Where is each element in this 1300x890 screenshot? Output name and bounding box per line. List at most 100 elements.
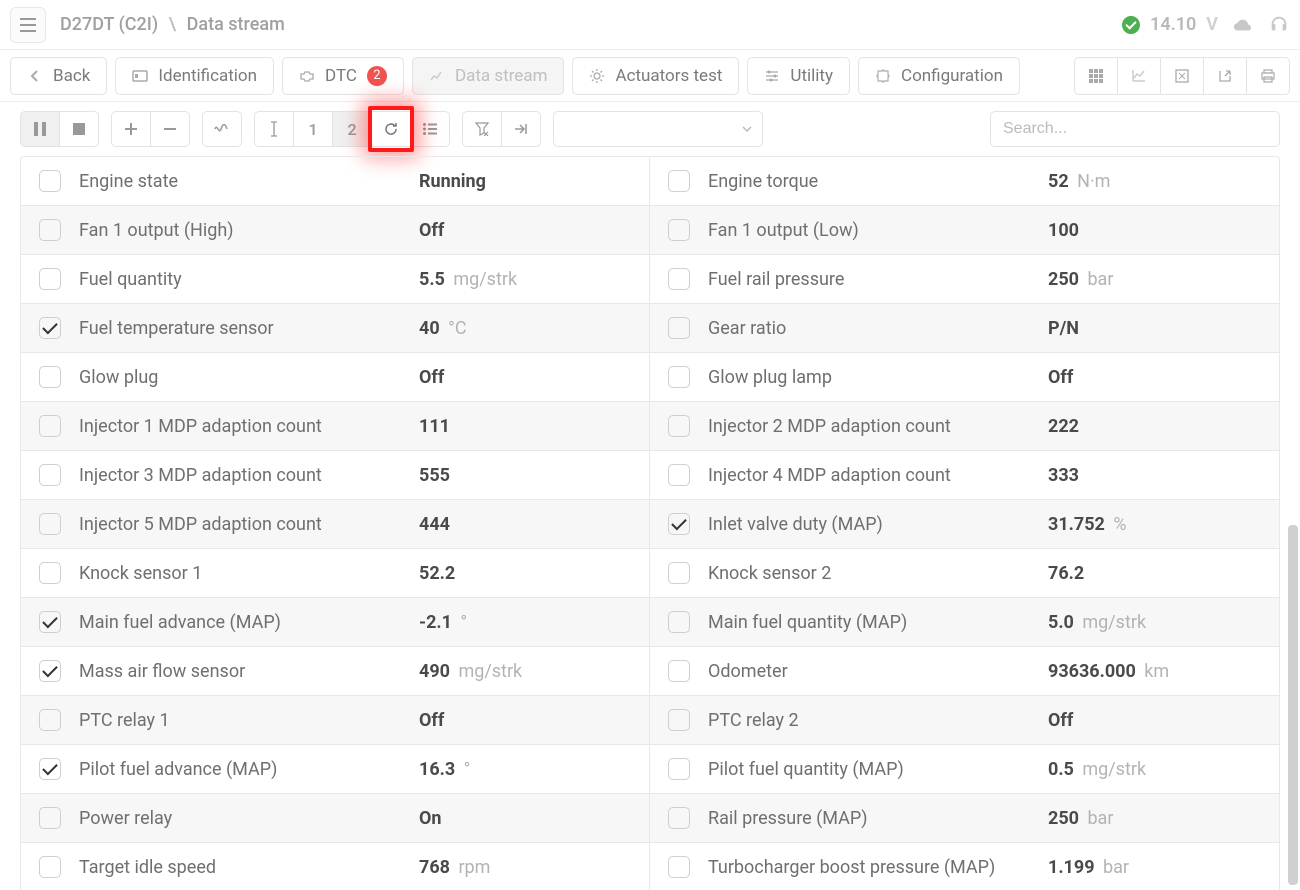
param-checkbox[interactable] bbox=[668, 317, 690, 339]
dtc-badge: 2 bbox=[367, 66, 387, 86]
chart-view-button[interactable] bbox=[1117, 57, 1161, 95]
param-checkbox[interactable] bbox=[668, 415, 690, 437]
remove-button[interactable] bbox=[150, 111, 190, 147]
hamburger-icon bbox=[20, 18, 36, 32]
voltage-unit: V bbox=[1206, 14, 1218, 35]
skip-button[interactable] bbox=[501, 111, 541, 147]
param-unit: bar bbox=[1083, 808, 1113, 829]
refresh-button[interactable] bbox=[371, 111, 411, 147]
param-label: Main fuel advance (MAP) bbox=[79, 612, 419, 633]
param-label: Knock sensor 2 bbox=[708, 563, 1048, 584]
two-button[interactable]: 2 bbox=[332, 111, 372, 147]
grid-view-button[interactable] bbox=[1074, 57, 1118, 95]
param-checkbox[interactable] bbox=[668, 366, 690, 388]
back-button[interactable]: Back bbox=[10, 57, 107, 95]
data-row: PTC relay 1OffPTC relay 2Off bbox=[21, 696, 1279, 745]
tab-data-stream[interactable]: Data stream bbox=[412, 57, 565, 95]
one-button[interactable]: 1 bbox=[293, 111, 333, 147]
param-value: 444 bbox=[419, 514, 450, 535]
param-value-wrap: 5.0 mg/strk bbox=[1048, 612, 1146, 633]
data-row: Injector 1 MDP adaption count111Injector… bbox=[21, 402, 1279, 451]
param-label: Fuel quantity bbox=[79, 269, 419, 290]
param-label: Fuel temperature sensor bbox=[79, 318, 419, 339]
param-value: On bbox=[419, 808, 442, 829]
fullscreen-button[interactable] bbox=[1160, 57, 1204, 95]
stop-icon bbox=[73, 123, 85, 135]
param-checkbox[interactable] bbox=[39, 268, 61, 290]
param-unit: bar bbox=[1083, 269, 1113, 290]
status-ok-icon bbox=[1122, 16, 1140, 34]
param-checkbox[interactable] bbox=[668, 758, 690, 780]
print-button[interactable] bbox=[1246, 57, 1290, 95]
breadcrumb-device[interactable]: D27DT (C2I) bbox=[60, 14, 158, 35]
menu-button[interactable] bbox=[10, 7, 46, 43]
scrollbar-thumb[interactable] bbox=[1288, 525, 1298, 885]
headphones-icon[interactable] bbox=[1268, 14, 1290, 36]
filter-clear-button[interactable] bbox=[462, 111, 502, 147]
param-value-wrap: 111 bbox=[419, 416, 450, 437]
param-value-wrap: 0.5 mg/strk bbox=[1048, 759, 1146, 780]
param-value: Off bbox=[1048, 710, 1073, 731]
tab-identification[interactable]: Identification bbox=[115, 57, 274, 95]
param-value: 768 bbox=[419, 857, 450, 878]
param-checkbox[interactable] bbox=[39, 709, 61, 731]
tab-actuators[interactable]: Actuators test bbox=[572, 57, 739, 95]
param-checkbox[interactable] bbox=[39, 856, 61, 878]
tab-configuration[interactable]: Configuration bbox=[858, 57, 1020, 95]
param-value-wrap: 768 rpm bbox=[419, 857, 490, 878]
param-checkbox[interactable] bbox=[39, 758, 61, 780]
param-checkbox[interactable] bbox=[668, 268, 690, 290]
tab-data-stream-label: Data stream bbox=[455, 66, 548, 86]
param-checkbox[interactable] bbox=[39, 513, 61, 535]
data-row: Glow plugOffGlow plug lampOff bbox=[21, 353, 1279, 402]
list-button[interactable] bbox=[410, 111, 450, 147]
line-chart-icon bbox=[1131, 68, 1147, 84]
param-checkbox[interactable] bbox=[668, 709, 690, 731]
param-checkbox[interactable] bbox=[668, 464, 690, 486]
stop-button[interactable] bbox=[59, 111, 99, 147]
param-label: Fan 1 output (High) bbox=[79, 220, 419, 241]
param-checkbox[interactable] bbox=[39, 317, 61, 339]
data-grid-scroll[interactable]: Engine stateRunningEngine torque52 N·mFa… bbox=[0, 156, 1300, 890]
param-value-wrap: 222 bbox=[1048, 416, 1079, 437]
param-checkbox[interactable] bbox=[39, 464, 61, 486]
param-checkbox[interactable] bbox=[668, 660, 690, 682]
param-value-wrap: 76.2 bbox=[1048, 563, 1084, 584]
tab-dtc[interactable]: DTC 2 bbox=[282, 57, 404, 95]
param-value-wrap: Off bbox=[1048, 367, 1073, 388]
text-button[interactable] bbox=[254, 111, 294, 147]
param-value: 0.5 bbox=[1048, 759, 1074, 780]
param-value: 490 bbox=[419, 661, 450, 682]
param-checkbox[interactable] bbox=[39, 170, 61, 192]
breadcrumb-separator: \ bbox=[169, 14, 177, 35]
param-checkbox[interactable] bbox=[668, 513, 690, 535]
tab-utility[interactable]: Utility bbox=[747, 57, 850, 95]
param-checkbox[interactable] bbox=[39, 219, 61, 241]
param-checkbox[interactable] bbox=[39, 562, 61, 584]
param-checkbox[interactable] bbox=[668, 611, 690, 633]
param-checkbox[interactable] bbox=[39, 611, 61, 633]
param-checkbox[interactable] bbox=[668, 807, 690, 829]
wave-button[interactable] bbox=[202, 111, 242, 147]
data-cell: Injector 4 MDP adaption count333 bbox=[650, 451, 1279, 500]
param-checkbox[interactable] bbox=[39, 807, 61, 829]
param-checkbox[interactable] bbox=[39, 415, 61, 437]
tab-configuration-label: Configuration bbox=[901, 66, 1003, 86]
param-checkbox[interactable] bbox=[668, 856, 690, 878]
param-checkbox[interactable] bbox=[39, 660, 61, 682]
export-button[interactable] bbox=[1203, 57, 1247, 95]
param-value-wrap: 333 bbox=[1048, 465, 1079, 486]
dropdown-button[interactable] bbox=[553, 111, 763, 147]
pause-button[interactable] bbox=[20, 111, 60, 147]
search-input[interactable] bbox=[990, 111, 1280, 147]
cloud-icon[interactable] bbox=[1232, 14, 1254, 36]
add-button[interactable] bbox=[111, 111, 151, 147]
param-value: Off bbox=[419, 220, 444, 241]
param-checkbox[interactable] bbox=[39, 366, 61, 388]
param-value: 250 bbox=[1048, 808, 1079, 829]
filter-x-icon bbox=[475, 122, 489, 136]
param-unit: mg/strk bbox=[1078, 612, 1146, 633]
param-checkbox[interactable] bbox=[668, 562, 690, 584]
param-checkbox[interactable] bbox=[668, 219, 690, 241]
param-checkbox[interactable] bbox=[668, 170, 690, 192]
